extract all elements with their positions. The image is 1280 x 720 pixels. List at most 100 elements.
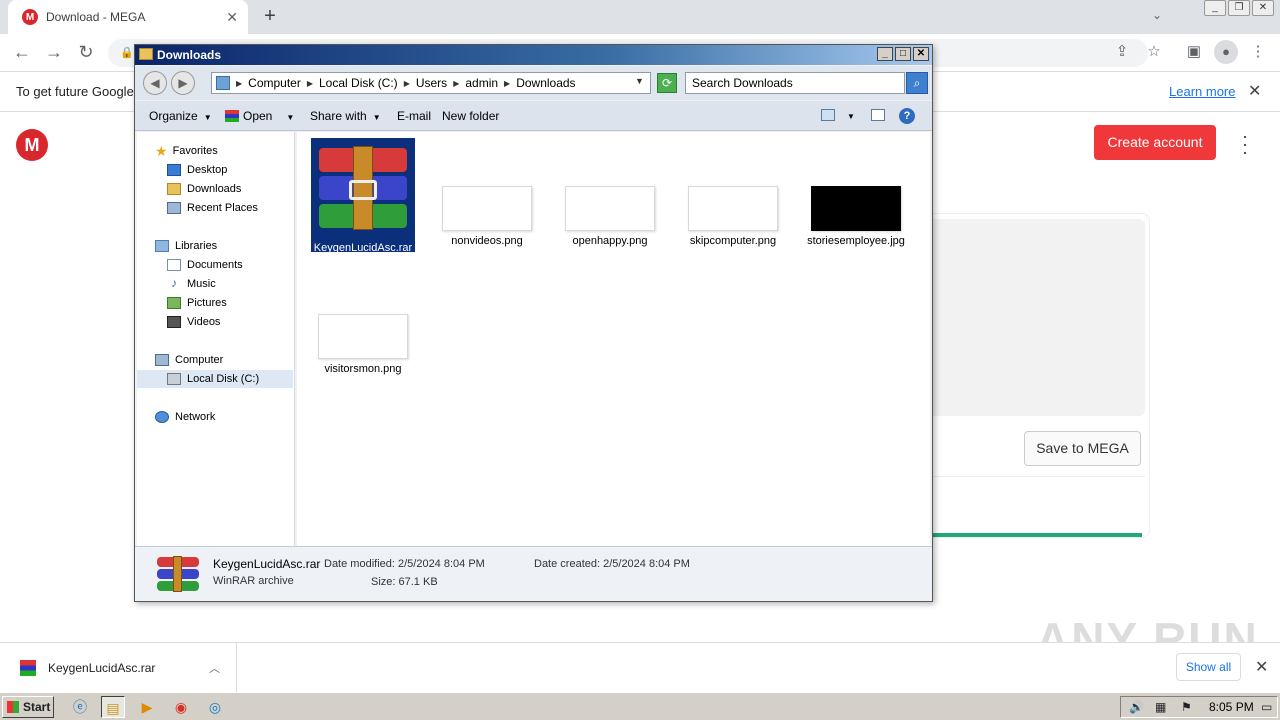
breadcrumb-downloads[interactable]: Downloads bbox=[516, 76, 575, 90]
search-icon[interactable]: ⌕ bbox=[906, 72, 928, 94]
clock[interactable]: 8:05 PM bbox=[1209, 700, 1254, 714]
bookmark-star-icon[interactable]: ☆ bbox=[1144, 42, 1164, 62]
file-item-png[interactable]: visitorsmon.png bbox=[311, 314, 415, 376]
chrome-icon[interactable]: ◉ bbox=[169, 696, 193, 718]
close-window-icon[interactable]: ✕ bbox=[1252, 0, 1274, 16]
share-with-button[interactable]: Share with ▼ bbox=[310, 109, 381, 123]
download-file-name: KeygenLucidAsc.rar bbox=[48, 660, 156, 675]
nav-favorites[interactable]: ★ Favorites bbox=[155, 142, 218, 160]
view-dropdown-icon[interactable]: ▼ bbox=[847, 112, 855, 121]
chevron-up-icon[interactable]: ︿ bbox=[209, 660, 220, 676]
maximize-icon[interactable]: □ bbox=[895, 47, 911, 61]
system-tray: 🔊 ▦ ⚑ 8:05 PM ▭ bbox=[1120, 696, 1278, 718]
forward-icon[interactable]: → bbox=[42, 40, 66, 64]
details-pane: KeygenLucidAsc.rar WinRAR archive Date m… bbox=[135, 546, 932, 601]
reload-icon[interactable]: ↻ bbox=[74, 40, 98, 64]
nav-label: Computer bbox=[175, 354, 224, 366]
new-folder-button[interactable]: New folder bbox=[442, 109, 499, 123]
infobar-close-icon[interactable]: ✕ bbox=[1248, 81, 1261, 101]
back-icon[interactable]: ◀ bbox=[143, 71, 167, 95]
email-button[interactable]: E-mail bbox=[397, 109, 431, 123]
nav-documents[interactable]: Documents bbox=[167, 256, 243, 274]
refresh-icon[interactable]: ⟳ bbox=[657, 73, 677, 93]
taskbar: Start ⓔ ▤ ▶ ◉ ◎ 🔊 ▦ ⚑ 8:05 PM ▭ bbox=[0, 692, 1280, 720]
nav-videos[interactable]: Videos bbox=[167, 313, 220, 331]
file-name: skipcomputer.png bbox=[689, 235, 777, 247]
pictures-icon bbox=[167, 297, 181, 309]
organize-button[interactable]: Organize ▼ bbox=[149, 109, 212, 123]
media-player-icon[interactable]: ▶ bbox=[135, 696, 159, 718]
nav-pictures[interactable]: Pictures bbox=[167, 294, 227, 312]
show-all-button[interactable]: Show all bbox=[1176, 653, 1241, 681]
local-disk-icon bbox=[167, 373, 181, 385]
open-label: Open bbox=[243, 109, 273, 123]
change-view-icon[interactable] bbox=[821, 109, 835, 121]
breadcrumb-local-disk[interactable]: Local Disk (C:) bbox=[319, 76, 398, 90]
explorer-title-bar[interactable]: Downloads _ □ ✕ bbox=[135, 45, 932, 65]
address-dropdown-icon[interactable]: ▼ bbox=[635, 76, 644, 86]
nav-label: Music bbox=[187, 278, 216, 290]
mega-logo[interactable]: M bbox=[16, 129, 48, 161]
breadcrumb-separator: ▶ bbox=[504, 78, 511, 88]
file-item-png[interactable]: openhappy.png bbox=[558, 186, 662, 248]
profile-avatar-icon[interactable]: ● bbox=[1214, 40, 1238, 64]
nav-label: Videos bbox=[187, 316, 221, 328]
nav-local-disk[interactable]: Local Disk (C:) bbox=[137, 370, 293, 388]
shelf-close-icon[interactable]: ✕ bbox=[1255, 657, 1268, 677]
nav-label: Pictures bbox=[187, 297, 227, 309]
file-item-rar[interactable]: KeygenLucidAsc.rar bbox=[311, 138, 415, 254]
nav-network[interactable]: Network bbox=[155, 408, 215, 426]
breadcrumb-computer[interactable]: Computer bbox=[248, 76, 301, 90]
edge-icon[interactable]: ◎ bbox=[203, 696, 227, 718]
close-icon[interactable]: ✕ bbox=[913, 47, 929, 61]
action-center-flag-icon[interactable]: ⚑ bbox=[1181, 700, 1192, 714]
image-thumbnail bbox=[688, 186, 778, 231]
tab-search-chevron-icon[interactable]: ⌄ bbox=[1152, 8, 1162, 22]
volume-icon[interactable]: 🔊 bbox=[1129, 700, 1144, 714]
download-item[interactable]: KeygenLucidAsc.rar ︿ bbox=[0, 643, 237, 692]
breadcrumb-admin[interactable]: admin bbox=[465, 76, 498, 90]
detail-date-modified: Date modified: 2/5/2024 8:04 PM bbox=[324, 558, 485, 570]
side-panel-icon[interactable]: ▣ bbox=[1184, 42, 1204, 62]
save-to-mega-button[interactable]: Save to MEGA bbox=[1024, 431, 1141, 466]
back-icon[interactable]: ← bbox=[10, 40, 34, 64]
nav-libraries[interactable]: Libraries bbox=[155, 237, 217, 255]
minimize-icon[interactable]: _ bbox=[877, 47, 893, 61]
file-item-png[interactable]: nonvideos.png bbox=[435, 186, 539, 248]
browser-menu-icon[interactable]: ⋮ bbox=[1248, 42, 1268, 62]
forward-icon[interactable]: ▶ bbox=[171, 71, 195, 95]
download-progress-bar bbox=[931, 533, 1142, 537]
nav-desktop[interactable]: Desktop bbox=[167, 161, 227, 179]
browser-tab[interactable]: M Download - MEGA ✕ bbox=[8, 0, 248, 34]
open-button[interactable]: Open ▼ bbox=[225, 109, 294, 123]
help-icon[interactable]: ? bbox=[899, 108, 915, 124]
breadcrumb-separator: ▶ bbox=[306, 78, 313, 88]
nav-downloads[interactable]: Downloads bbox=[167, 180, 241, 198]
breadcrumb-users[interactable]: Users bbox=[416, 76, 447, 90]
search-input[interactable]: Search Downloads bbox=[685, 72, 905, 94]
explorer-window: Downloads _ □ ✕ ◀ ▶ ▶ Computer ▶ Local D… bbox=[134, 44, 933, 602]
mega-menu-icon[interactable]: · · · bbox=[1242, 127, 1248, 161]
file-item-png[interactable]: skipcomputer.png bbox=[681, 186, 785, 248]
network-tray-icon[interactable]: ▦ bbox=[1155, 700, 1166, 714]
music-icon: ♪ bbox=[167, 277, 181, 290]
breadcrumb[interactable]: ▶ Computer ▶ Local Disk (C:) ▶ Users ▶ a… bbox=[211, 72, 651, 94]
download-progress-fill bbox=[931, 533, 1142, 537]
nav-music[interactable]: ♪ Music bbox=[167, 275, 216, 293]
minimize-icon[interactable]: _ bbox=[1204, 0, 1226, 16]
nav-recent-places[interactable]: Recent Places bbox=[167, 199, 258, 217]
file-item-jpg[interactable]: storiesemployee.jpg bbox=[804, 186, 908, 248]
new-tab-icon[interactable]: + bbox=[258, 4, 282, 28]
nav-label: Documents bbox=[187, 259, 243, 271]
internet-explorer-icon[interactable]: ⓔ bbox=[68, 696, 92, 718]
nav-computer[interactable]: Computer bbox=[155, 351, 223, 369]
show-desktop-icon[interactable]: ▭ bbox=[1261, 700, 1272, 714]
maximize-icon[interactable]: ❐ bbox=[1228, 0, 1250, 16]
file-explorer-icon[interactable]: ▤ bbox=[101, 696, 125, 718]
preview-pane-icon[interactable] bbox=[871, 109, 885, 121]
learn-more-link[interactable]: Learn more bbox=[1169, 84, 1235, 99]
share-icon[interactable]: ⇪ bbox=[1112, 42, 1132, 62]
start-button[interactable]: Start bbox=[2, 696, 54, 718]
create-account-button[interactable]: Create account bbox=[1094, 125, 1216, 160]
tab-close-icon[interactable]: ✕ bbox=[226, 9, 238, 26]
